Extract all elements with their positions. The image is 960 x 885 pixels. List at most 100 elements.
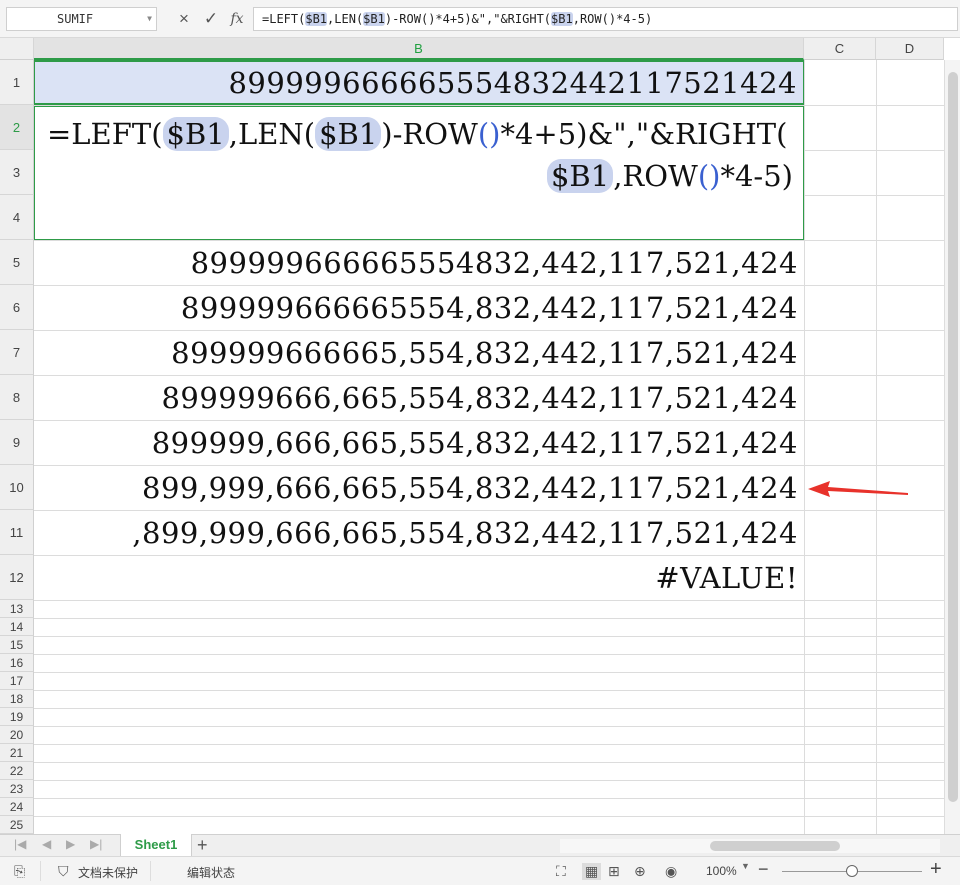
page-break-icon[interactable]: ⊞ bbox=[608, 863, 620, 880]
scroll-thumb[interactable] bbox=[710, 841, 840, 851]
formula-text: )-ROW()*4+5)&","&RIGHT( bbox=[384, 12, 552, 26]
select-all-corner[interactable] bbox=[0, 38, 34, 60]
cell-b8[interactable]: 899999666,665,554,832,442,117,521,424 bbox=[34, 375, 804, 420]
row-header[interactable]: 12 bbox=[0, 555, 34, 600]
row-header[interactable]: 21 bbox=[0, 744, 34, 762]
editor-line: =LEFT($B1 ,LEN($B1)-ROW()*4+5)&","&RIGHT( bbox=[47, 117, 793, 151]
red-arrow-annotation bbox=[808, 481, 908, 497]
grid-line bbox=[34, 600, 944, 601]
row-header[interactable]: 15 bbox=[0, 636, 34, 654]
formula-ref: $B1 bbox=[305, 12, 328, 26]
grid-line bbox=[34, 654, 944, 655]
grid-line bbox=[34, 762, 944, 763]
row-header[interactable]: 25 bbox=[0, 816, 34, 834]
grid-line bbox=[34, 726, 944, 727]
row-header[interactable]: 24 bbox=[0, 798, 34, 816]
row-header[interactable]: 4 bbox=[0, 195, 34, 240]
grid-line bbox=[804, 60, 805, 834]
add-sheet-button[interactable]: + bbox=[197, 835, 208, 855]
row-header[interactable]: 9 bbox=[0, 420, 34, 465]
row-header[interactable]: 1 bbox=[0, 60, 34, 105]
divider bbox=[150, 861, 151, 881]
cell-b11[interactable]: ,899,999,666,665,554,832,442,117,521,424 bbox=[34, 510, 804, 555]
spreadsheet-grid: B C D 1 2 3 4 5 6 7 8 9 10 11 12 13 14 1… bbox=[0, 38, 960, 834]
row-header[interactable]: 18 bbox=[0, 690, 34, 708]
row-header[interactable]: 3 bbox=[0, 150, 34, 195]
sheet-tab-bar: |◀ ◀ ▶ ▶| Sheet1 + bbox=[0, 834, 960, 857]
protect-status[interactable]: 文档未保护 bbox=[78, 864, 138, 881]
shield-icon: ⛉ bbox=[58, 863, 69, 879]
row-header[interactable]: 2 bbox=[0, 105, 34, 150]
normal-view-icon[interactable]: ▦ bbox=[582, 863, 602, 880]
scroll-thumb[interactable] bbox=[948, 72, 958, 802]
row-header[interactable]: 5 bbox=[0, 240, 34, 285]
grid-line bbox=[34, 780, 944, 781]
name-box-value: SUMIF bbox=[57, 12, 94, 26]
editor-text: ,ROW bbox=[613, 159, 698, 193]
next-sheet-icon[interactable]: ▶ bbox=[66, 837, 75, 851]
cell-b6[interactable]: 899999666665554,832,442,117,521,424 bbox=[34, 285, 804, 330]
chevron-down-icon[interactable]: ▼ bbox=[741, 861, 750, 871]
tab-sheet1[interactable]: Sheet1 bbox=[120, 834, 192, 857]
editor-ref: $B1 bbox=[546, 159, 614, 193]
page-layout-icon[interactable]: ⊕ bbox=[634, 863, 646, 880]
cell-b10[interactable]: 899,999,666,665,554,832,442,117,521,424 bbox=[34, 465, 804, 510]
zoom-slider-handle[interactable] bbox=[846, 865, 858, 877]
eye-icon[interactable]: ◉ bbox=[665, 863, 677, 880]
cell-b7[interactable]: 899999666665,554,832,442,117,521,424 bbox=[34, 330, 804, 375]
editor-paren: () bbox=[697, 159, 721, 193]
cell-b9[interactable]: 899999,666,665,554,832,442,117,521,424 bbox=[34, 420, 804, 465]
grid-line bbox=[34, 636, 944, 637]
editor-line: $B1 ,ROW()*4-5) bbox=[47, 159, 793, 193]
editor-ref: $B1 bbox=[315, 117, 382, 151]
macro-icon[interactable]: ⎘ bbox=[14, 863, 25, 880]
row-header[interactable]: 14 bbox=[0, 618, 34, 636]
confirm-icon[interactable]: ✓ bbox=[201, 8, 221, 30]
column-header-d[interactable]: D bbox=[876, 38, 944, 60]
name-box[interactable]: SUMIF ▼ bbox=[6, 7, 157, 31]
last-sheet-icon[interactable]: ▶| bbox=[90, 837, 102, 851]
cancel-icon[interactable]: × bbox=[174, 8, 194, 30]
formula-text: ,LEN( bbox=[327, 12, 364, 26]
row-header[interactable]: 7 bbox=[0, 330, 34, 375]
row-header[interactable]: 8 bbox=[0, 375, 34, 420]
column-header-c[interactable]: C bbox=[804, 38, 876, 60]
row-header[interactable]: 13 bbox=[0, 600, 34, 618]
row-header[interactable]: 11 bbox=[0, 510, 34, 555]
editor-text: *4-5) bbox=[720, 159, 793, 193]
edit-state: 编辑状态 bbox=[187, 866, 236, 880]
grid-line bbox=[34, 672, 944, 673]
zoom-level[interactable]: 100% bbox=[706, 864, 737, 878]
row-header[interactable]: 10 bbox=[0, 465, 34, 510]
prev-sheet-icon[interactable]: ◀ bbox=[42, 837, 51, 851]
chevron-down-icon[interactable]: ▼ bbox=[147, 8, 152, 30]
grid-line bbox=[34, 798, 944, 799]
formula-input[interactable]: =LEFT($B1,LEN($B1)-ROW()*4+5)&","&RIGHT(… bbox=[253, 7, 958, 31]
formula-text: ,ROW()*4-5) bbox=[572, 12, 653, 26]
row-header[interactable]: 17 bbox=[0, 672, 34, 690]
row-header[interactable]: 19 bbox=[0, 708, 34, 726]
formula-text: =LEFT( bbox=[262, 12, 306, 26]
row-header[interactable]: 16 bbox=[0, 654, 34, 672]
zoom-out-button[interactable]: − bbox=[758, 859, 769, 880]
cell-b12[interactable]: #VALUE! bbox=[34, 555, 804, 600]
row-header[interactable]: 22 bbox=[0, 762, 34, 780]
cell-b5[interactable]: 899999666665554832,442,117,521,424 bbox=[34, 240, 804, 285]
horizontal-scrollbar[interactable] bbox=[560, 839, 940, 853]
editor-text: )-ROW bbox=[381, 117, 478, 151]
row-header[interactable]: 20 bbox=[0, 726, 34, 744]
vertical-scrollbar[interactable] bbox=[944, 60, 960, 834]
row-header[interactable]: 6 bbox=[0, 285, 34, 330]
grid-line bbox=[34, 816, 944, 817]
cell-b1[interactable]: 899999666665554832442117521424 bbox=[34, 60, 804, 105]
first-sheet-icon[interactable]: |◀ bbox=[14, 837, 26, 851]
grid-line bbox=[34, 690, 944, 691]
row-header[interactable]: 23 bbox=[0, 780, 34, 798]
fx-icon[interactable]: fx bbox=[227, 8, 247, 30]
column-header-b[interactable]: B bbox=[34, 38, 804, 60]
divider bbox=[40, 861, 41, 881]
fullscreen-icon[interactable]: ⛶ bbox=[556, 863, 566, 880]
grid-line bbox=[34, 744, 944, 745]
zoom-in-button[interactable]: + bbox=[930, 858, 942, 881]
cell-editor-b2[interactable]: =LEFT($B1 ,LEN($B1)-ROW()*4+5)&","&RIGHT(… bbox=[34, 106, 804, 240]
